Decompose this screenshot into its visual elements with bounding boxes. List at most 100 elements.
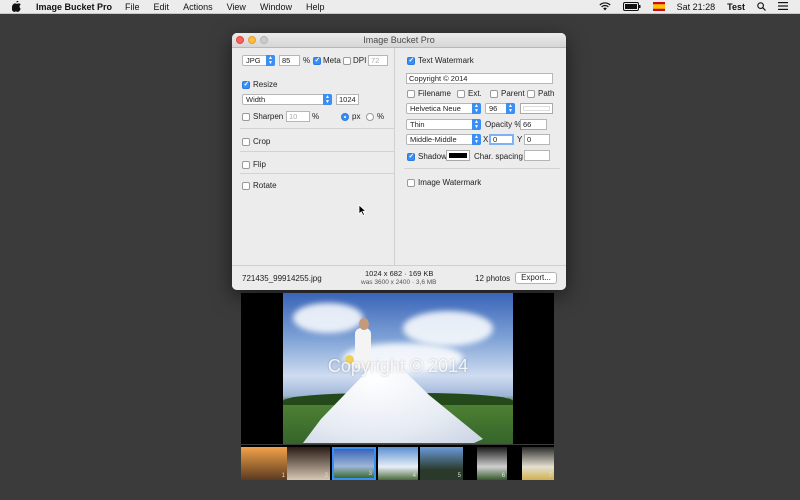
thumbnail[interactable]: 6 xyxy=(477,447,507,480)
input-source-flag-icon[interactable] xyxy=(652,1,665,13)
font-popup[interactable]: Helvetica Neue ▲ ▼ xyxy=(406,103,481,114)
divider xyxy=(240,173,395,174)
image-settings-panel: JPG ▲▼ 85 % Meta DPI 72 Resize Width ▲▼ … xyxy=(232,48,395,265)
meta-checkbox[interactable] xyxy=(313,56,321,65)
menu-file[interactable]: File xyxy=(125,2,140,12)
thumbnail-number: 1 xyxy=(281,473,285,479)
shadow-color-swatch xyxy=(449,153,467,158)
menu-user[interactable]: Test xyxy=(727,2,745,12)
notification-center-icon[interactable] xyxy=(778,2,788,12)
char-spacing-field[interactable] xyxy=(524,150,550,161)
thumbnail-selected[interactable]: 3 xyxy=(332,447,376,480)
position-popup[interactable]: Middle-Middle ▲ ▼ xyxy=(406,134,481,145)
y-offset-field[interactable]: 0 xyxy=(524,134,550,145)
font-size-popup[interactable]: 96 ▲ ▼ xyxy=(485,103,515,114)
minimize-window-button[interactable] xyxy=(248,36,256,44)
app-menu[interactable]: Image Bucket Pro xyxy=(36,2,112,12)
resize-mode-popup[interactable]: Width ▲ ▼ xyxy=(242,94,332,105)
thumbnail[interactable]: 7 xyxy=(522,447,554,480)
thumbnail-number: 6 xyxy=(501,473,505,479)
path-checkbox[interactable] xyxy=(527,90,535,98)
menu-window[interactable]: Window xyxy=(260,2,292,12)
x-offset-label: X xyxy=(483,135,489,144)
thumbnail-number: 7 xyxy=(548,473,552,479)
menu-view[interactable]: View xyxy=(227,2,246,12)
current-filename: 721435_99914255.jpg xyxy=(242,274,322,283)
image-watermark-label: Image Watermark xyxy=(418,178,482,187)
shadow-label: Shadow xyxy=(418,152,447,161)
thumbnail-strip: 1 2 3 4 5 6 7 xyxy=(241,445,554,480)
path-label: Path xyxy=(538,89,555,98)
apple-menu-icon[interactable] xyxy=(10,1,22,12)
watermark-text-field[interactable]: Copyright © 2014 xyxy=(406,73,553,84)
shadow-checkbox[interactable] xyxy=(407,152,415,161)
dpi-checkbox[interactable] xyxy=(343,57,351,65)
divider xyxy=(240,151,395,152)
text-watermark-label: Text Watermark xyxy=(418,56,474,65)
image-watermark-checkbox[interactable] xyxy=(407,179,415,187)
close-window-button[interactable] xyxy=(236,36,244,44)
preview-photo: Copyright © 2014 xyxy=(283,293,513,444)
spotlight-search-icon[interactable] xyxy=(757,1,766,13)
thumbnail[interactable]: 2 xyxy=(287,447,330,480)
quality-unit-label: % xyxy=(303,56,311,65)
dpi-field[interactable]: 72 xyxy=(368,55,388,66)
format-popup[interactable]: JPG ▲ ▼ xyxy=(242,55,275,66)
menu-clock[interactable]: Sat 21:28 xyxy=(677,2,716,12)
y-offset-label: Y xyxy=(517,135,523,144)
thumbnail-number: 5 xyxy=(457,473,461,479)
position-value: Middle-Middle xyxy=(410,135,457,144)
thumbnail-number: 3 xyxy=(368,471,372,477)
original-dimensions: was 3600 x 2400 · 3,6 MB xyxy=(361,279,437,286)
resize-checkbox[interactable] xyxy=(242,80,250,89)
font-weight-value: Thin xyxy=(410,120,425,129)
wifi-icon[interactable] xyxy=(599,1,611,13)
char-spacing-label: Char. spacing xyxy=(474,152,523,161)
sharpen-field[interactable]: 10 xyxy=(286,111,310,122)
x-offset-field[interactable]: 0 xyxy=(489,134,514,145)
filename-checkbox[interactable] xyxy=(407,90,415,98)
watermark-panel: Text Watermark Copyright © 2014 Filename… xyxy=(396,48,566,265)
rotate-checkbox[interactable] xyxy=(242,182,250,190)
menu-actions[interactable]: Actions xyxy=(183,2,213,12)
opacity-field[interactable]: 66 xyxy=(520,119,547,130)
font-value: Helvetica Neue xyxy=(410,104,461,113)
flip-checkbox[interactable] xyxy=(242,161,250,169)
ext-checkbox[interactable] xyxy=(457,90,465,98)
percent-radio[interactable] xyxy=(366,113,374,121)
text-color-well[interactable] xyxy=(520,103,553,114)
title-bar[interactable]: Image Bucket Pro xyxy=(232,33,566,48)
crop-label: Crop xyxy=(253,137,271,146)
thumbnail[interactable]: 4 xyxy=(378,447,418,480)
popup-arrows-icon: ▲ ▼ xyxy=(472,134,481,145)
zoom-window-button[interactable] xyxy=(260,36,268,44)
px-radio[interactable] xyxy=(341,113,349,121)
window-title: Image Bucket Pro xyxy=(363,35,435,45)
sharpen-checkbox[interactable] xyxy=(242,113,250,121)
crop-checkbox[interactable] xyxy=(242,138,250,146)
parent-checkbox[interactable] xyxy=(490,90,498,98)
menu-help[interactable]: Help xyxy=(306,2,325,12)
divider xyxy=(404,168,560,169)
export-button[interactable]: Export... xyxy=(515,272,557,284)
opacity-label: Opacity % xyxy=(485,120,522,129)
quality-field[interactable]: 85 xyxy=(279,55,300,66)
px-label: px xyxy=(352,112,361,121)
thumbnail[interactable]: 1 xyxy=(241,447,287,480)
thumbnail-number: 2 xyxy=(324,473,328,479)
main-window: Image Bucket Pro JPG ▲▼ 85 % Meta DPI 72… xyxy=(232,33,566,290)
battery-icon[interactable] xyxy=(622,1,641,13)
watermark-overlay-text: Copyright © 2014 xyxy=(327,356,469,376)
text-watermark-checkbox[interactable] xyxy=(407,56,415,65)
format-value: JPG xyxy=(246,56,261,65)
resize-value-field[interactable]: 1024 xyxy=(336,94,359,105)
thumbnail[interactable]: 5 xyxy=(420,447,463,480)
rotate-label: Rotate xyxy=(253,181,277,190)
font-weight-popup[interactable]: Thin ▲ ▼ xyxy=(406,119,481,130)
popup-arrows-icon: ▲ ▼ xyxy=(472,103,481,114)
flip-label: Flip xyxy=(253,160,266,169)
menu-edit[interactable]: Edit xyxy=(154,2,170,12)
status-bar: 721435_99914255.jpg 1024 x 682 · 169 KB … xyxy=(232,265,566,290)
menu-bar: Image Bucket Pro File Edit Actions View … xyxy=(0,0,800,14)
shadow-color-well[interactable] xyxy=(446,150,470,161)
